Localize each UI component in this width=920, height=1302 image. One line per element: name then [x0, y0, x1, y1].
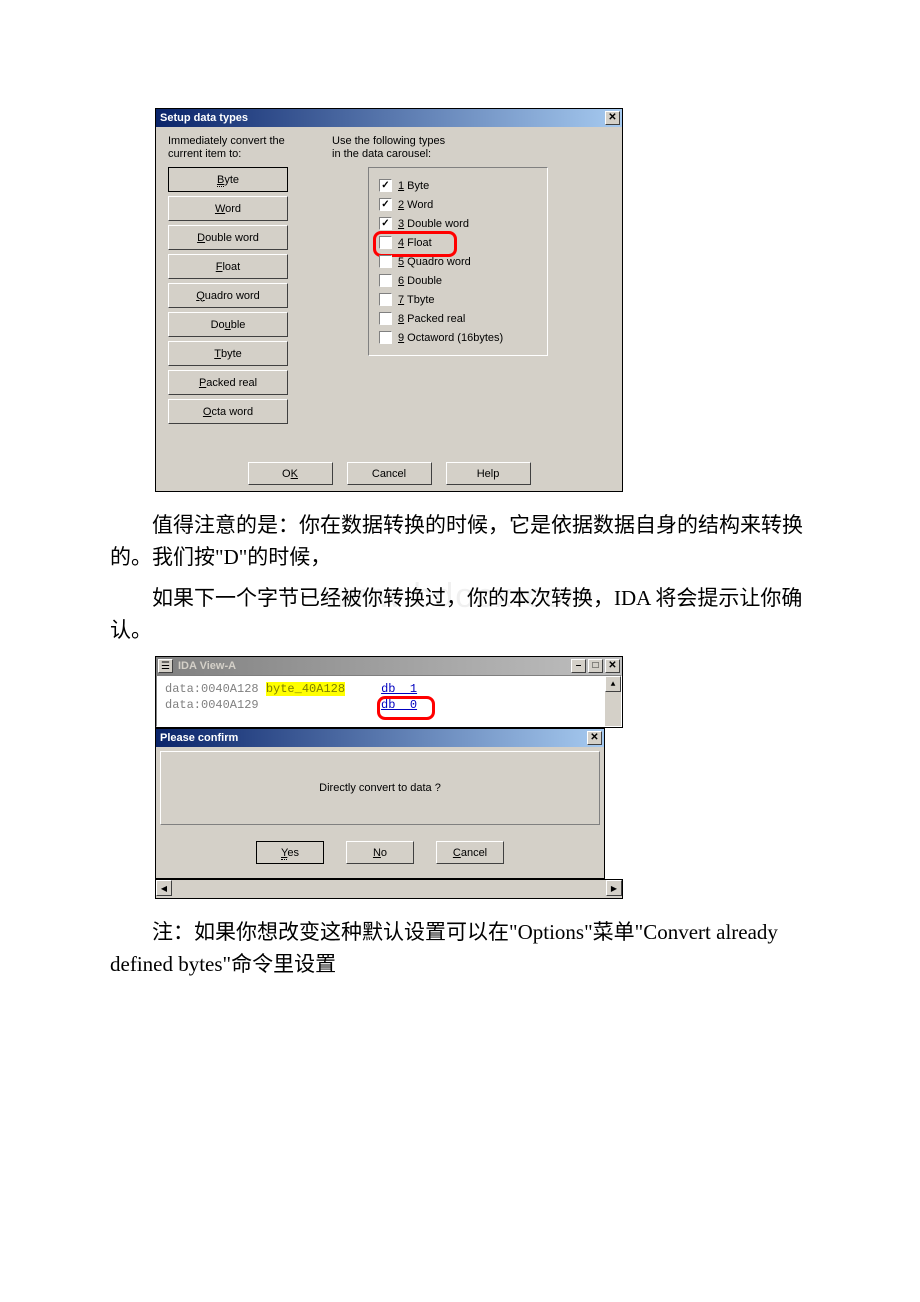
- left-header-1: Immediately convert the: [168, 135, 285, 147]
- minimize-icon[interactable]: –: [571, 659, 586, 673]
- dword-button[interactable]: Double word: [168, 225, 288, 250]
- dialog-title: Setup data types: [158, 112, 603, 124]
- paragraph-2: 如果下一个字节已经被你转换过，你的本次转换，IDA 将会提示让你确认。: [110, 583, 810, 646]
- cancel-button[interactable]: Cancel: [347, 462, 432, 485]
- app-icon: ☰: [158, 659, 173, 673]
- db-1: db 1: [381, 682, 417, 696]
- close-icon[interactable]: ✕: [587, 731, 602, 745]
- carousel-word[interactable]: ✓2 Word: [379, 195, 537, 214]
- float-button[interactable]: Float: [168, 254, 288, 279]
- paragraph-3: 注：如果你想改变这种默认设置可以在"Options"菜单"Convert alr…: [110, 917, 810, 980]
- titlebar[interactable]: Setup data types ✕: [156, 109, 622, 127]
- please-confirm-dialog: Please confirm ✕ Directly convert to dat…: [155, 728, 605, 879]
- byte-button[interactable]: Byte: [168, 167, 288, 192]
- carousel-octa[interactable]: 9 Octaword (16bytes): [379, 328, 537, 347]
- right-header-2: in the data carousel:: [332, 148, 431, 160]
- carousel-qword[interactable]: 5 Quadro word: [379, 252, 537, 271]
- no-button[interactable]: No: [346, 841, 414, 864]
- carousel-packed[interactable]: 8 Packed real: [379, 309, 537, 328]
- symbol-1: byte_40A128: [266, 682, 345, 696]
- addr-1: data:0040A128: [165, 682, 259, 696]
- tbyte-button[interactable]: Tbyte: [168, 341, 288, 366]
- disassembly-view[interactable]: ▲ data:0040A128 byte_40A128 db 1 data:00…: [156, 675, 622, 727]
- double-button[interactable]: Double: [168, 312, 288, 337]
- close-icon[interactable]: ✕: [605, 111, 620, 125]
- carousel-byte[interactable]: ✓1 Byte: [379, 176, 537, 195]
- cancel-button[interactable]: Cancel: [436, 841, 504, 864]
- titlebar[interactable]: ☰ IDA View-A – □ ✕: [156, 657, 622, 675]
- octa-button[interactable]: Octa word: [168, 399, 288, 424]
- word-button[interactable]: Word: [168, 196, 288, 221]
- ok-button[interactable]: OK: [248, 462, 333, 485]
- setup-data-types-dialog: Setup data types ✕ Immediately convert t…: [155, 108, 623, 492]
- right-header-1: Use the following types: [332, 135, 445, 147]
- left-header-2: current item to:: [168, 148, 241, 160]
- horizontal-scrollbar[interactable]: ◀ ▶: [156, 880, 622, 896]
- yes-button[interactable]: Yes: [256, 841, 324, 864]
- addr-2: data:0040A129: [165, 698, 259, 712]
- confirm-message: Directly convert to data ?: [319, 782, 441, 794]
- scroll-up-icon[interactable]: ▲: [605, 676, 621, 692]
- ida-view-bottom: ◀ ▶: [155, 879, 623, 899]
- carousel-tbyte[interactable]: 7 Tbyte: [379, 290, 537, 309]
- ida-view-window: ☰ IDA View-A – □ ✕ ▲ data:0040A128 byte_…: [155, 656, 623, 728]
- window-title: IDA View-A: [176, 660, 569, 672]
- maximize-icon[interactable]: □: [588, 659, 603, 673]
- scroll-right-icon[interactable]: ▶: [606, 880, 622, 896]
- carousel-dword[interactable]: ✓3 Double word: [379, 214, 537, 233]
- paragraph-1: 值得注意的是：你在数据转换的时候，它是依据数据自身的结构来转换的。我们按"D"的…: [110, 510, 810, 573]
- carousel-double[interactable]: 6 Double: [379, 271, 537, 290]
- close-icon[interactable]: ✕: [605, 659, 620, 673]
- qword-button[interactable]: Quadro word: [168, 283, 288, 308]
- scroll-left-icon[interactable]: ◀: [156, 880, 172, 896]
- carousel-box: ✓1 Byte ✓2 Word ✓3 Double word 4 Float 5…: [368, 167, 548, 356]
- help-button[interactable]: Help: [446, 462, 531, 485]
- db-2: db 0: [381, 698, 417, 712]
- packed-button[interactable]: Packed real: [168, 370, 288, 395]
- carousel-float[interactable]: 4 Float: [379, 233, 537, 252]
